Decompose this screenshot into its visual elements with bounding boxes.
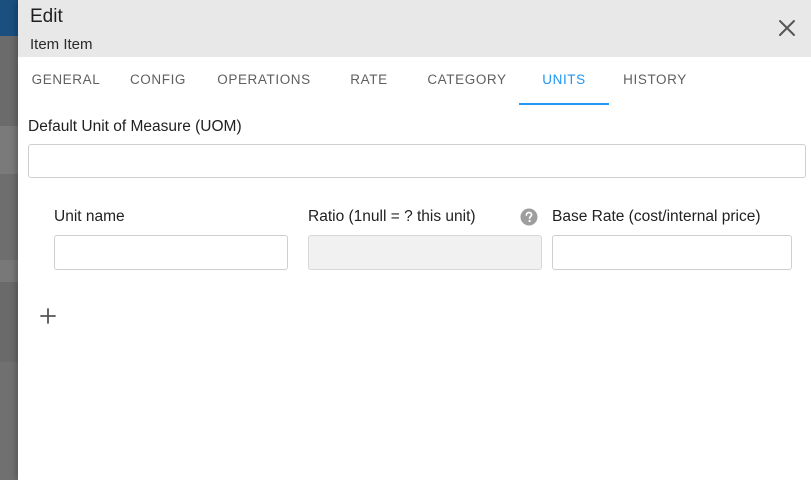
- backdrop-panel: [0, 126, 18, 174]
- tab-operations[interactable]: OPERATIONS: [214, 57, 314, 103]
- backdrop-panel: [0, 282, 18, 362]
- default-uom-label: Default Unit of Measure (UOM): [28, 118, 242, 135]
- backdrop-app-bar: [0, 0, 18, 36]
- base-rate-label: Base Rate (cost/internal price): [552, 208, 761, 225]
- close-button[interactable]: [777, 18, 797, 38]
- unit-name-label: Unit name: [54, 208, 125, 225]
- tab-config[interactable]: CONFIG: [122, 57, 194, 103]
- ratio-input: [308, 235, 542, 270]
- plus-icon: [40, 308, 56, 324]
- ratio-label: Ratio (1null = ? this unit): [308, 208, 476, 225]
- add-unit-button[interactable]: [37, 305, 59, 327]
- backdrop-panel: [0, 362, 18, 480]
- ratio-help-button[interactable]: [520, 208, 538, 226]
- dialog-header: Edit Item Item: [18, 0, 811, 57]
- tab-general[interactable]: GENERAL: [18, 57, 114, 103]
- tab-rate[interactable]: RATE: [336, 57, 402, 103]
- backdrop-panel: [0, 174, 18, 260]
- help-circle-icon: [520, 208, 538, 226]
- backdrop-panel: [0, 36, 18, 126]
- default-uom-input[interactable]: [28, 144, 806, 178]
- unit-name-input[interactable]: [54, 235, 288, 270]
- tab-units[interactable]: UNITS: [519, 57, 609, 105]
- edit-item-dialog: Edit Item Item GENERAL CONFIG OPERATIONS…: [18, 0, 811, 480]
- base-rate-input[interactable]: [552, 235, 792, 270]
- tab-category[interactable]: CATEGORY: [422, 57, 512, 103]
- close-icon: [779, 20, 795, 36]
- dialog-subtitle: Item Item: [30, 36, 93, 53]
- tab-bar: GENERAL CONFIG OPERATIONS RATE CATEGORY …: [18, 57, 811, 105]
- tab-history[interactable]: HISTORY: [616, 57, 694, 103]
- dialog-title: Edit: [30, 6, 63, 27]
- backdrop-panel: [0, 260, 18, 282]
